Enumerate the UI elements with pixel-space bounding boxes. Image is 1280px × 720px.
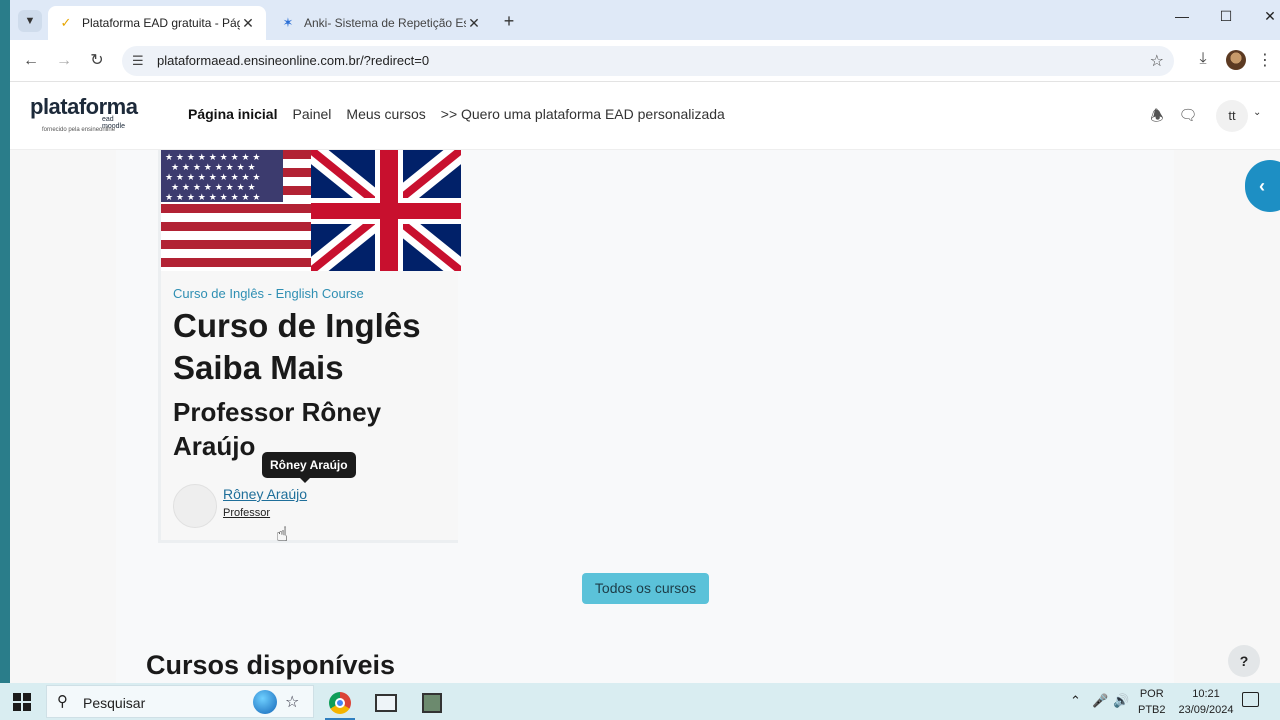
course-card[interactable]: ★ ★ ★ ★ ★ ★ ★ ★ ★ ★ ★ ★ ★ ★ ★ ★ ★ ★ ★ ★ … [158,150,461,543]
chevron-down-icon[interactable]: ⌄ [1253,107,1261,118]
clock-time: 10:21 [1192,688,1220,700]
svg-text:★ ★ ★ ★ ★ ★ ★ ★ ★: ★ ★ ★ ★ ★ ★ ★ ★ ★ [165,153,261,163]
window-taskbar-icon[interactable] [367,686,405,720]
teacher-avatar[interactable] [173,484,217,528]
tab-title: Anki- Sistema de Repetição Esp [304,16,466,30]
help-button[interactable]: ? [1228,645,1260,677]
all-courses-button[interactable]: Todos os cursos [582,573,709,604]
main-nav: Página inicial Painel Meus cursos >> Que… [188,106,740,122]
hand-cursor-icon: ☝ [276,524,289,546]
search-icon: ⚲ [57,693,68,710]
nav-personalizada[interactable]: >> Quero uma plataforma EAD personalizad… [441,106,725,122]
svg-text:★ ★ ★ ★ ★ ★ ★ ★: ★ ★ ★ ★ ★ ★ ★ ★ [171,183,256,193]
teacher-role: Professor [223,507,271,519]
telescope-icon: ☆ [285,694,300,711]
course-flag-image[interactable]: ★ ★ ★ ★ ★ ★ ★ ★ ★ ★ ★ ★ ★ ★ ★ ★ ★ ★ ★ ★ … [161,150,461,271]
browser-window: ▼ ✓ Plataforma EAD gratuita - Págin ✕ ✶ … [10,0,1280,683]
back-arrow-icon[interactable]: ← [20,50,42,72]
close-window-icon[interactable]: ✕ [1250,8,1280,25]
microphone-icon[interactable]: 🎤 [1092,693,1108,709]
language-line2: PTB2 [1138,704,1166,716]
plataforma-favicon-icon: ✓ [60,15,72,30]
svg-text:★ ★ ★ ★ ★ ★ ★ ★ ★: ★ ★ ★ ★ ★ ★ ★ ★ ★ [165,173,261,183]
nav-painel[interactable]: Painel [292,106,331,122]
browser-menu-icon[interactable]: ⋮ [1254,50,1276,70]
nav-home[interactable]: Página inicial [188,106,277,122]
section-title: Cursos disponíveis [146,650,396,680]
anki-favicon-icon: ✶ [282,15,294,30]
profile-avatar[interactable] [1226,50,1246,70]
language-indicator[interactable]: POR PTB2 [1138,686,1166,718]
svg-text:★ ★ ★ ★ ★ ★ ★ ★ ★: ★ ★ ★ ★ ★ ★ ★ ★ ★ [165,193,261,203]
browser-toolbar: ← → ↻ ☰ plataformaead.ensineonline.com.b… [10,40,1280,82]
svg-text:★ ★ ★ ★ ★ ★ ★ ★: ★ ★ ★ ★ ★ ★ ★ ★ [171,163,256,173]
drawer-toggle-chevron-left-icon[interactable]: ‹ [1245,160,1280,212]
tab-title: Plataforma EAD gratuita - Págin [82,16,240,30]
bookmark-star-icon[interactable]: ☆ [1150,51,1164,71]
flag-icon: ★ ★ ★ ★ ★ ★ ★ ★ ★ ★ ★ ★ ★ ★ ★ ★ ★ ★ ★ ★ … [161,150,461,271]
logo-tagline: fornecido pela ensineonline [42,127,116,133]
forward-arrow-icon[interactable]: → [53,50,75,72]
site-header: plataforma ead moodle fornecido pela ens… [10,82,1280,150]
tab-bar: ▼ ✓ Plataforma EAD gratuita - Págin ✕ ✶ … [10,0,1280,40]
course-category[interactable]: Curso de Inglês - English Course [173,286,364,301]
bell-icon[interactable]: 🕭 [1147,106,1167,131]
reload-icon[interactable]: ↻ [86,50,108,72]
notification-icon[interactable] [1242,692,1259,707]
taskbar-search[interactable]: ⚲ Pesquisar ☆ [46,685,314,718]
close-tab-icon[interactable]: ✕ [240,15,256,32]
tab-search-icon[interactable]: ▼ [18,10,42,32]
minimize-icon[interactable]: — [1162,8,1202,24]
windows-start-icon[interactable] [13,693,31,711]
speaker-icon[interactable]: 🔊 [1113,693,1129,709]
user-avatar[interactable]: tt [1216,100,1248,132]
tab-plataforma[interactable]: ✓ Plataforma EAD gratuita - Págin ✕ [48,6,266,40]
chat-icon[interactable]: 🗨 [1178,106,1198,124]
site-logo[interactable]: plataforma ead moodle fornecido pela ens… [30,94,138,133]
clock-date: 23/09/2024 [1178,704,1234,716]
url-text[interactable]: plataformaead.ensineonline.com.br/?redir… [157,53,429,68]
site-info-icon[interactable]: ☰ [132,53,144,69]
page-body: ★ ★ ★ ★ ★ ★ ★ ★ ★ ★ ★ ★ ★ ★ ★ ★ ★ ★ ★ ★ … [10,150,1280,683]
globe-icon [253,690,277,714]
network-app-taskbar-icon[interactable] [413,686,451,720]
taskbar: ⚲ Pesquisar ☆ ⌃ 🎤 🔊 POR PTB2 10:21 23/09… [0,683,1280,720]
nav-meus-cursos[interactable]: Meus cursos [346,106,425,122]
teacher-tooltip: Rôney Araújo [262,452,356,483]
maximize-icon[interactable]: ☐ [1206,8,1246,25]
address-bar[interactable]: ☰ plataformaead.ensineonline.com.br/?red… [122,46,1174,76]
new-tab-button[interactable]: + [498,10,520,32]
chevron-up-icon[interactable]: ⌃ [1070,693,1081,709]
search-placeholder[interactable]: Pesquisar [83,695,145,711]
clock[interactable]: 10:21 23/09/2024 [1176,686,1236,718]
chrome-taskbar-icon[interactable] [321,686,359,720]
tab-anki[interactable]: ✶ Anki- Sistema de Repetição Esp ✕ [270,6,492,40]
close-tab-icon[interactable]: ✕ [466,15,482,32]
download-icon[interactable]: ⤓ [1192,50,1214,68]
teacher-name-link[interactable]: Rôney Araújo [223,486,307,502]
language-line1: POR [1139,688,1164,700]
course-title[interactable]: Curso de Inglês Saiba Mais [173,305,459,389]
